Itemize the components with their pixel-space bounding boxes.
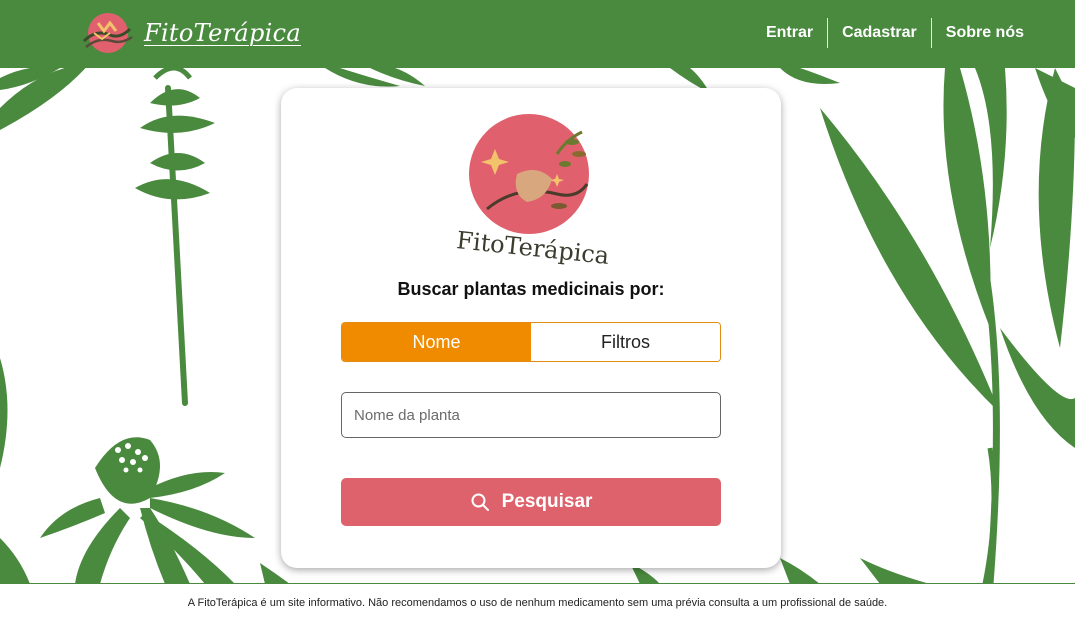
search-heading: Buscar plantas medicinais por: (397, 279, 665, 299)
top-navbar: FitoTerápica Entrar Cadastrar Sobre nós (0, 0, 1075, 68)
herbal-hand-logo-icon (82, 13, 133, 53)
tab-name[interactable]: Nome (342, 323, 531, 361)
search-card: FitoTerápica Buscar plantas medicinais p… (281, 88, 781, 568)
nav-about-link[interactable]: Sobre nós (932, 18, 1038, 48)
fitoterapica-circle-logo-icon: FitoTerápica (455, 114, 611, 270)
tab-filters[interactable]: Filtros (531, 323, 720, 361)
search-icon (471, 493, 489, 511)
brand-name[interactable]: FitoTerápica (144, 19, 301, 47)
nav-menu: Entrar Cadastrar Sobre nós (752, 18, 1038, 48)
nav-login-link[interactable]: Entrar (752, 18, 827, 48)
search-mode-tabs: Nome Filtros (341, 322, 721, 362)
footer-disclaimer: A FitoTerápica é um site informativo. Nã… (0, 584, 1075, 623)
search-button[interactable]: Pesquisar (341, 478, 721, 526)
search-button-label: Pesquisar (501, 491, 593, 512)
plant-name-input[interactable] (341, 392, 721, 438)
nav-register-link[interactable]: Cadastrar (828, 18, 931, 48)
brand[interactable]: FitoTerápica (80, 10, 301, 56)
